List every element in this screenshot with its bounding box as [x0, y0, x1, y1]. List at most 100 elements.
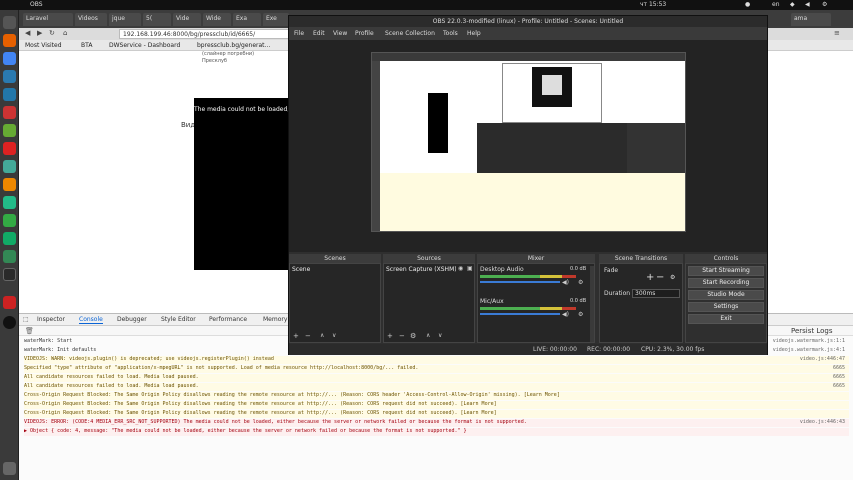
app-icon[interactable] [3, 106, 16, 119]
menu-icon[interactable]: ≡ [834, 29, 840, 37]
menu-edit[interactable]: Edit [313, 30, 325, 37]
app-icon[interactable] [3, 124, 16, 137]
console-source-link[interactable]: 6665 [833, 374, 845, 380]
menu-file[interactable]: File [294, 30, 304, 37]
video-player[interactable]: The media could not be loaded, e [194, 98, 295, 270]
console-source-link[interactable]: 6665 [833, 365, 845, 371]
browser-tab[interactable]: 5( [143, 13, 171, 26]
browser-tab[interactable]: Wide [203, 13, 231, 26]
menu-view[interactable]: View [333, 30, 347, 37]
app-icon[interactable] [3, 250, 16, 263]
tab-style-editor[interactable]: Style Editor [161, 316, 196, 323]
console-source-link[interactable]: 6665 [833, 383, 845, 389]
volume-icon[interactable]: ◀ [805, 1, 810, 8]
app-icon[interactable] [3, 178, 16, 191]
tab-debugger[interactable]: Debugger [117, 316, 147, 323]
obs-icon[interactable] [3, 316, 16, 329]
browser-tab[interactable]: ama [791, 13, 831, 26]
studio-mode-button[interactable]: Studio Mode [688, 290, 764, 300]
console-source-link[interactable]: video.js:446:43 [800, 419, 845, 425]
keyboard-layout[interactable]: en [772, 1, 780, 8]
gear-icon[interactable]: ⚙ [578, 311, 583, 318]
browser-tab[interactable]: Exe [263, 13, 289, 26]
duration-input[interactable]: 300ms [632, 289, 680, 298]
add-scene-button[interactable]: + [293, 332, 299, 340]
remove-scene-button[interactable]: − [305, 332, 311, 340]
move-up-icon[interactable]: ∧ [320, 332, 324, 339]
power-icon[interactable]: ⚙ [822, 1, 827, 8]
app-icon[interactable] [3, 160, 16, 173]
system-clock[interactable]: чт 15:53 [640, 1, 666, 8]
console-source-link[interactable]: video.js:446:47 [800, 356, 845, 362]
tab-performance[interactable]: Performance [209, 316, 247, 323]
start-streaming-button[interactable]: Start Streaming [688, 266, 764, 276]
menu-scene-collection[interactable]: Scene Collection [385, 30, 435, 37]
search-icon[interactable] [3, 16, 16, 29]
app-icon[interactable] [3, 88, 16, 101]
tab-memory[interactable]: Memory [263, 316, 287, 323]
bookmark-item[interactable]: BTA [81, 42, 92, 49]
tab-console[interactable]: Console [79, 316, 103, 324]
back-icon[interactable]: ◀ [25, 29, 30, 37]
bookmark-item[interactable]: bpressclub.bg/generat... [197, 42, 270, 49]
forward-icon[interactable]: ▶ [37, 29, 42, 37]
gear-icon[interactable]: ⚙ [578, 279, 583, 286]
devtools-pick-icon[interactable]: ⬚ [23, 316, 29, 323]
browser-tab[interactable]: jque [109, 13, 141, 26]
reload-icon[interactable]: ↻ [49, 29, 55, 37]
add-source-button[interactable]: + [387, 332, 393, 340]
mixer-channel-name: Desktop Audio [480, 266, 524, 273]
app-icon[interactable] [3, 232, 16, 245]
app-icon[interactable] [3, 196, 16, 209]
files-icon[interactable] [3, 70, 16, 83]
lock-icon[interactable]: ▣ [467, 265, 473, 272]
exit-button[interactable]: Exit [688, 314, 764, 324]
menu-profile[interactable]: Profile [355, 30, 374, 37]
trash-icon[interactable]: 🗑 [25, 327, 34, 335]
remove-source-button[interactable]: − [399, 332, 405, 340]
menu-help[interactable]: Help [467, 30, 481, 37]
browser-tab[interactable]: Exa [233, 13, 261, 26]
visibility-icon[interactable]: ◉ [458, 265, 463, 272]
app-icon[interactable] [3, 142, 16, 155]
source-list-item[interactable]: Screen Capture (XSHM) [386, 266, 456, 275]
browser-tab[interactable]: Laravel [23, 13, 73, 26]
move-down-icon[interactable]: ∨ [332, 332, 336, 339]
chrome-tray-icon[interactable]: ● [745, 1, 750, 8]
url-bar[interactable]: 192.168.199.46:8000/bg/pressclub/id/6665… [119, 29, 289, 39]
network-icon[interactable]: ◆ [790, 1, 795, 8]
volume-slider[interactable] [480, 281, 560, 283]
scene-list-item[interactable]: Scene [292, 266, 378, 275]
firefox-icon[interactable] [3, 34, 16, 47]
remove-transition-button[interactable]: − [656, 272, 664, 283]
app-icon[interactable] [3, 296, 16, 309]
move-up-icon[interactable]: ∧ [426, 332, 430, 339]
program-preview[interactable] [371, 52, 686, 232]
bookmark-item[interactable]: DWService - Dashboard [109, 42, 180, 49]
mute-icon[interactable]: ◀) [562, 311, 569, 318]
volume-slider[interactable] [480, 313, 560, 315]
chrome-icon[interactable] [3, 52, 16, 65]
move-down-icon[interactable]: ∨ [438, 332, 442, 339]
bookmark-item[interactable]: Most Visited [25, 42, 62, 49]
menu-tools[interactable]: Tools [443, 30, 458, 37]
trash-icon[interactable] [3, 462, 16, 475]
start-recording-button[interactable]: Start Recording [688, 278, 764, 288]
browser-tab[interactable]: Videos [75, 13, 107, 26]
app-icon[interactable] [3, 214, 16, 227]
persist-logs-toggle[interactable]: Persist Logs [791, 327, 833, 335]
gear-icon[interactable]: ⚙ [670, 274, 675, 281]
add-transition-button[interactable]: + [646, 272, 654, 283]
scrollbar[interactable] [590, 266, 594, 342]
active-app-name: OBS [30, 1, 43, 8]
console-source-link[interactable]: videojs.watermark.js:4:1 [773, 347, 845, 353]
settings-button[interactable]: Settings [688, 302, 764, 312]
tab-inspector[interactable]: Inspector [37, 316, 65, 323]
browser-tab[interactable]: Vide [173, 13, 201, 26]
terminal-icon[interactable] [3, 268, 16, 281]
source-settings-icon[interactable]: ⚙ [410, 332, 416, 340]
mute-icon[interactable]: ◀) [562, 279, 569, 286]
transition-select[interactable]: Fade [604, 267, 618, 274]
console-source-link[interactable]: videojs.watermark.js:1:1 [773, 338, 845, 344]
home-icon[interactable]: ⌂ [63, 29, 67, 37]
